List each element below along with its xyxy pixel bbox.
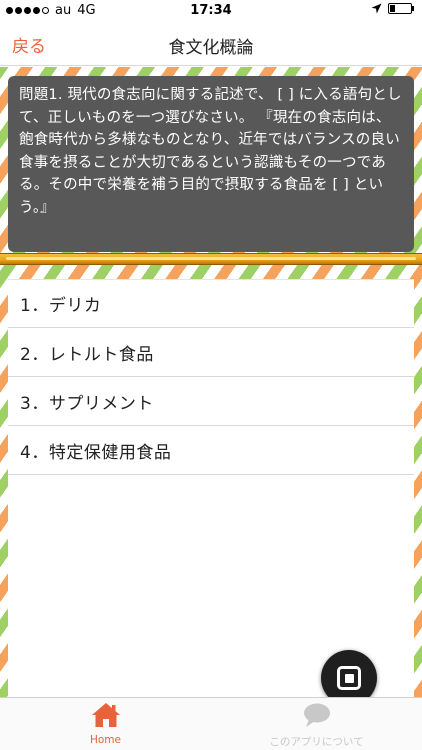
answer-list: 1．デリカ 2．レトルト食品 3．サプリメント 4．特定保健用食品 (8, 279, 414, 475)
status-right (371, 3, 414, 14)
tab-home-label: Home (89, 734, 121, 746)
navigation-bar: 戻る 食文化概論 (0, 22, 422, 66)
stop-icon (337, 666, 361, 690)
progress-bar (0, 253, 422, 265)
status-time: 17:34 (190, 3, 232, 18)
tab-home[interactable]: Home (0, 702, 211, 746)
answer-option-2[interactable]: 2．レトルト食品 (8, 328, 414, 377)
tab-about-label: このアプリについて (269, 736, 364, 748)
speech-bubble-icon (303, 703, 330, 727)
status-bar: au 4G 17:34 (0, 0, 422, 22)
quiz-content: 問題1. 現代の食志向に関する記述で、 [ ] に入る語句として、正しいものを一… (0, 67, 422, 697)
home-icon (91, 703, 120, 727)
location-arrow-icon (371, 3, 382, 14)
battery-icon (388, 3, 414, 14)
tab-bar: Home このアプリについて (0, 697, 422, 750)
tab-about[interactable]: このアプリについて (211, 702, 422, 749)
answer-option-1[interactable]: 1．デリカ (8, 279, 414, 328)
question-text: 問題1. 現代の食志向に関する記述で、 [ ] に入る語句として、正しいものを一… (8, 76, 414, 252)
answer-option-3[interactable]: 3．サプリメント (8, 377, 414, 426)
answer-option-4[interactable]: 4．特定保健用食品 (8, 426, 414, 475)
page-title: 食文化概論 (168, 38, 254, 58)
